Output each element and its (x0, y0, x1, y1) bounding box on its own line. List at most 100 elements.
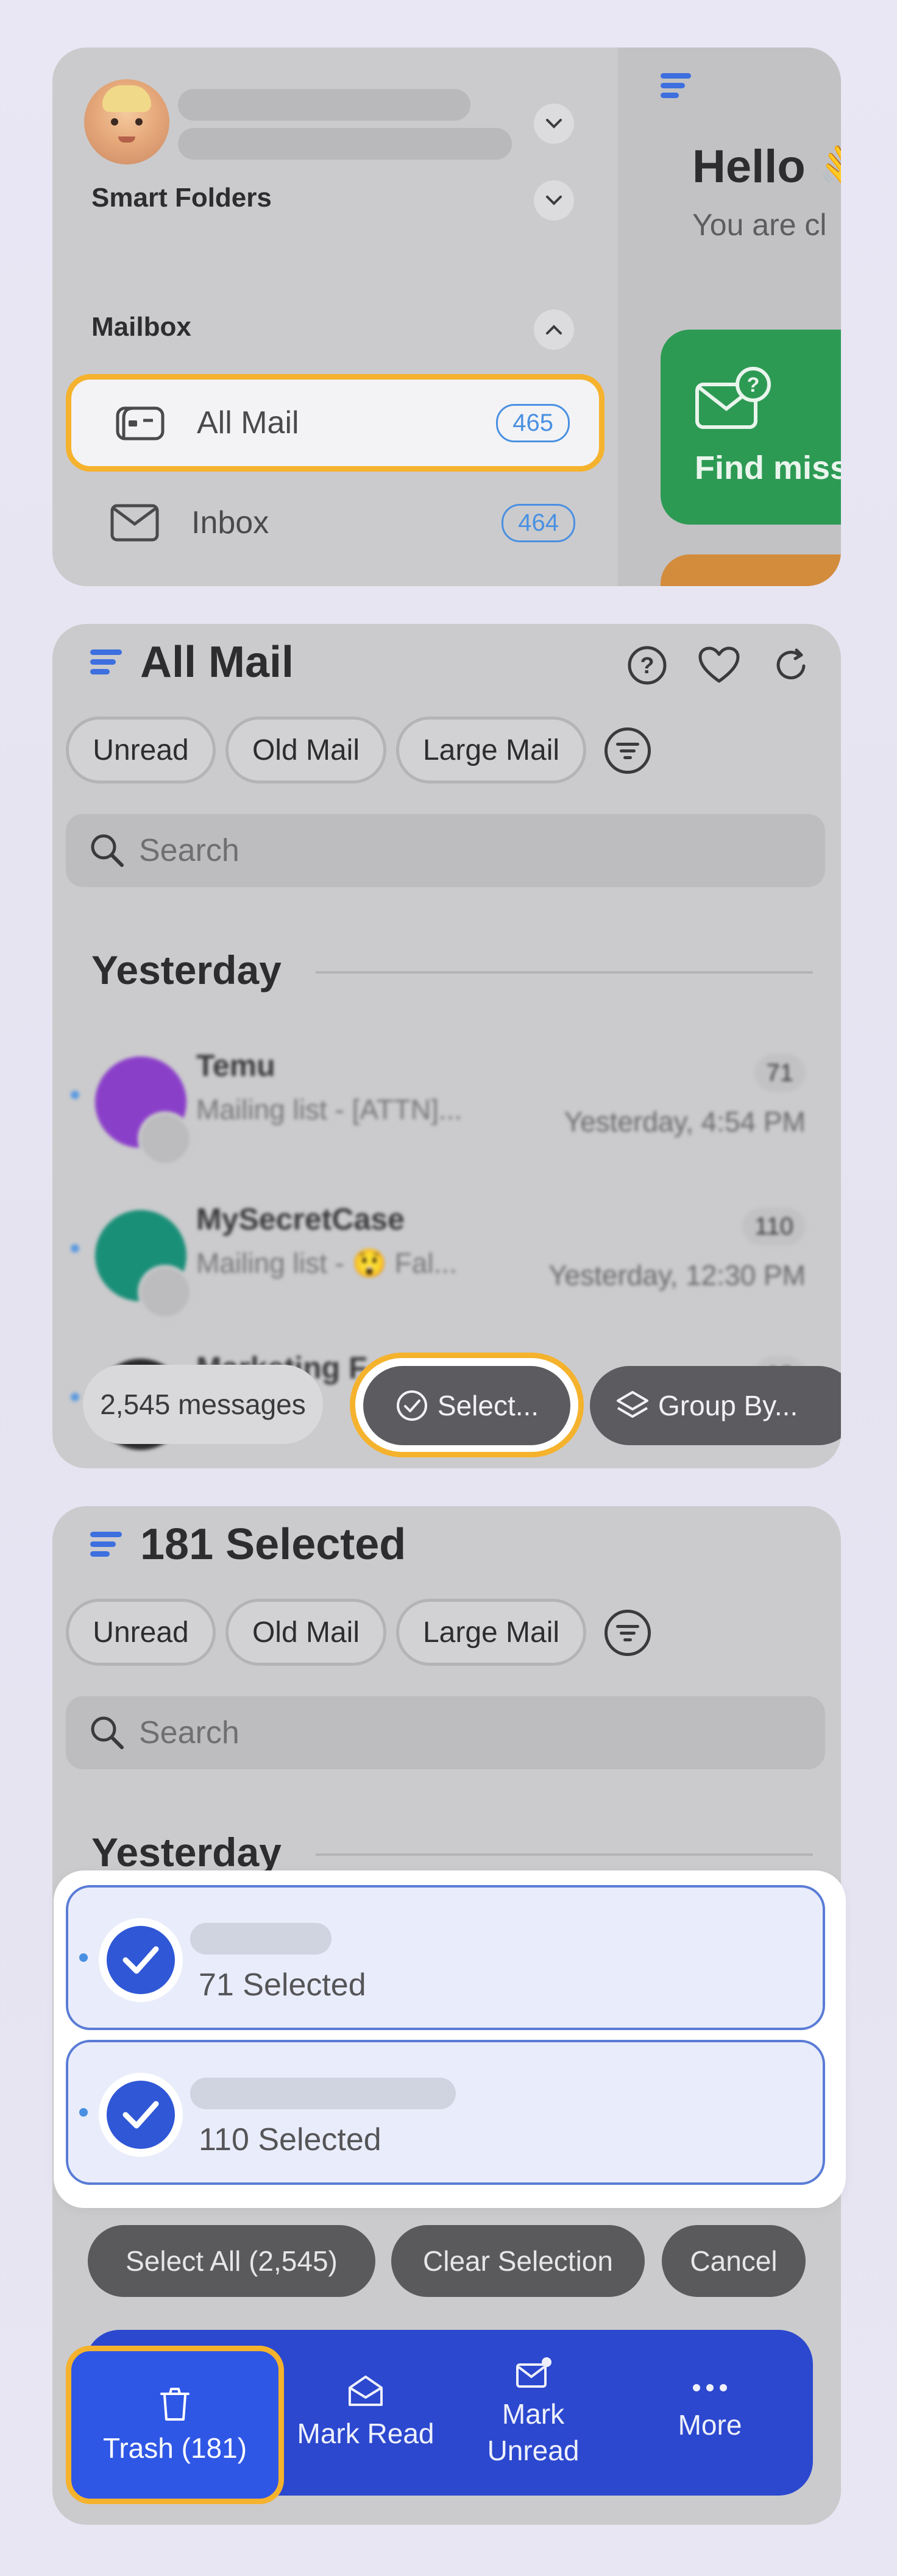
group-by-button[interactable]: Group By... (590, 1366, 841, 1445)
mailbox-item-all-mail[interactable]: All Mail 465 (66, 374, 604, 472)
sender-avatar (95, 1056, 193, 1166)
mark-unread-button[interactable]: Mark Unread (451, 2330, 615, 2496)
account-chevron-down-icon[interactable] (534, 104, 574, 144)
selected-group-card[interactable]: 71 Selected (66, 1885, 825, 2030)
search-bar[interactable] (66, 1696, 825, 1769)
more-dots-icon (693, 2384, 727, 2392)
envelope-unread-icon (516, 2357, 551, 2388)
smart-folders-title: Smart Folders (91, 183, 272, 213)
svg-text:?: ? (747, 373, 760, 397)
message-date: Yesterday, 12:30 PM (548, 1259, 806, 1291)
search-bar[interactable] (66, 814, 825, 887)
filter-icon[interactable] (604, 1610, 651, 1656)
checkmark-icon[interactable] (99, 1918, 183, 2002)
inbox-envelope-icon (101, 498, 168, 547)
list-item[interactable]: MySecretCase Mailing list - 😲 Fal... 110… (52, 1180, 841, 1326)
divider (316, 971, 813, 974)
message-snippet: Mailing list - [ATTN]... (196, 1094, 463, 1125)
account-name-placeholder (178, 89, 470, 121)
sender-name: Temu (196, 1049, 275, 1083)
trash-icon (160, 2388, 190, 2421)
search-input[interactable] (138, 832, 750, 869)
mail-question-icon: ? (695, 366, 774, 436)
unread-dot (71, 1091, 79, 1099)
date-group-header: Yesterday (91, 1830, 282, 1875)
filter-chip-old-mail[interactable]: Old Mail (225, 1599, 386, 1666)
search-icon (91, 834, 124, 867)
more-button[interactable]: More (622, 2330, 798, 2496)
group-by-label: Group By... (658, 1390, 798, 1421)
account-email-placeholder (178, 128, 512, 160)
hello-subtitle: You are cl (692, 208, 827, 242)
find-missing-card[interactable]: ? Find miss (661, 330, 841, 525)
page-title: 181 Selected (140, 1520, 406, 1569)
avatar[interactable] (84, 79, 169, 165)
sender-name-placeholder (190, 2078, 456, 2109)
more-label: More (678, 2409, 742, 2441)
menu-icon[interactable] (661, 73, 691, 98)
search-icon (91, 1716, 124, 1749)
filter-chip-unread[interactable]: Unread (66, 717, 216, 784)
clear-selection-button[interactable]: Clear Selection (391, 2225, 645, 2297)
check-circle-icon (396, 1390, 427, 1421)
mark-unread-label-line1: Mark (502, 2398, 565, 2430)
envelope-open-icon (349, 2376, 383, 2407)
page-title: All Mail (140, 638, 294, 687)
mark-read-button[interactable]: Mark Read (280, 2330, 451, 2496)
divider (316, 1853, 813, 1856)
unread-dot (79, 2108, 88, 2117)
message-snippet: Mailing list - 😲 Fal... (196, 1247, 457, 1279)
select-all-button[interactable]: Select All (2,545) (88, 2225, 375, 2297)
cancel-button[interactable]: Cancel (662, 2225, 806, 2297)
mark-read-label: Mark Read (297, 2418, 434, 2450)
home-preview-pane: Hello 👋 You are cl ? Find miss (618, 48, 841, 586)
heart-icon[interactable] (697, 643, 741, 687)
mailbox-item-inbox[interactable]: Inbox 464 (66, 474, 604, 571)
unread-dot (71, 1244, 79, 1253)
sender-name-placeholder (190, 1923, 332, 1955)
search-input[interactable] (138, 1714, 750, 1752)
mailbox-item-label: Inbox (191, 505, 269, 540)
selected-groups-overlay: 71 Selected 110 Selected (54, 1870, 846, 2208)
message-count-pill: 2,545 messages (83, 1365, 323, 1444)
sender-avatar (95, 1210, 193, 1320)
selected-group-card[interactable]: 110 Selected (66, 2040, 825, 2185)
selected-count: 71 Selected (199, 1967, 366, 2003)
find-missing-label: Find miss (695, 450, 841, 486)
trash-button[interactable]: Trash (181) (66, 2346, 284, 2504)
mark-unread-label-line2: Unread (487, 2435, 580, 2466)
filter-chip-large-mail[interactable]: Large Mail (396, 717, 586, 784)
help-icon[interactable]: ? (625, 643, 669, 687)
svg-text:?: ? (640, 653, 654, 679)
mailbox-count-badge: 465 (496, 403, 570, 442)
select-label: Select... (437, 1390, 539, 1421)
sidebar: Smart Folders Mailbox All Mail 465 Inbox… (52, 48, 618, 586)
orange-card[interactable] (661, 554, 841, 586)
layers-icon (617, 1391, 648, 1418)
select-button[interactable]: Select... (363, 1366, 570, 1445)
menu-icon[interactable] (90, 1532, 122, 1557)
filter-chip-large-mail[interactable]: Large Mail (396, 1599, 586, 1666)
mailbox-chevron-up-icon[interactable] (534, 310, 574, 350)
filter-chip-unread[interactable]: Unread (66, 1599, 216, 1666)
hello-heading: Hello 👋 (692, 141, 841, 193)
message-count-badge: 110 (742, 1208, 806, 1245)
unread-dot (71, 1393, 79, 1401)
trash-label: Trash (181) (102, 2432, 247, 2464)
menu-icon[interactable] (90, 649, 122, 674)
refresh-icon[interactable] (769, 643, 813, 687)
all-mail-panel: All Mail ? Unread Old Mail Large Mail Ye… (52, 624, 841, 1468)
message-date: Yesterday, 4:54 PM (564, 1106, 806, 1138)
mailbox-count-badge: 464 (502, 503, 575, 542)
selected-count: 110 Selected (199, 2122, 381, 2157)
unread-dot (79, 1953, 88, 1962)
mailbox-title: Mailbox (91, 312, 191, 342)
checkmark-icon[interactable] (99, 2073, 183, 2157)
list-item[interactable]: Temu Mailing list - [ATTN]... 71 Yesterd… (52, 1026, 841, 1172)
filter-icon[interactable] (604, 727, 651, 774)
smart-folders-chevron-down-icon[interactable] (534, 180, 574, 221)
message-count-badge: 71 (754, 1054, 806, 1092)
filter-chip-old-mail[interactable]: Old Mail (225, 717, 386, 784)
sender-name: MySecretCase (196, 1202, 405, 1236)
mailbox-item-label: All Mail (197, 405, 299, 441)
